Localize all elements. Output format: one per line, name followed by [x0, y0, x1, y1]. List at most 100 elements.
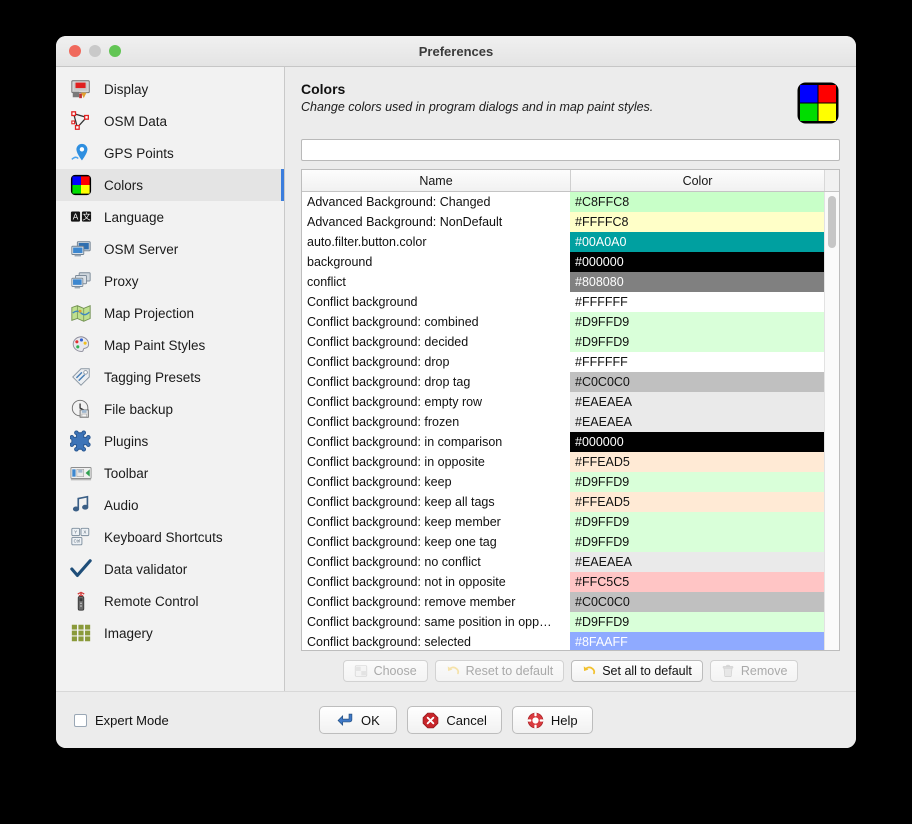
trash-icon	[721, 664, 735, 678]
table-row[interactable]: conflict#808080	[302, 272, 839, 292]
plugins-icon	[70, 430, 92, 452]
map-projection-icon	[70, 302, 92, 324]
set-all-to-default-button[interactable]: Set all to default	[571, 660, 703, 682]
pane-header-text: Colors Change colors used in program dia…	[301, 81, 653, 114]
cell-color-swatch: #FFEAD5	[570, 492, 839, 512]
table-row[interactable]: Advanced Background: Changed#C8FFC8	[302, 192, 839, 212]
sidebar-item-language[interactable]: A文Language	[56, 201, 284, 233]
table-row[interactable]: Advanced Background: NonDefault#FFFFC8	[302, 212, 839, 232]
keyboard-shortcuts-icon: YXCtrl	[70, 526, 92, 548]
osm-server-icon	[70, 238, 92, 260]
checkbox-box[interactable]	[74, 714, 87, 727]
cancel-button[interactable]: Cancel	[407, 706, 501, 734]
gps-points-icon	[70, 142, 92, 164]
expert-mode-checkbox[interactable]: Expert Mode	[74, 713, 169, 728]
cell-name: Advanced Background: Changed	[302, 192, 570, 212]
table-row[interactable]: Conflict background: no conflict#EAEAEA	[302, 552, 839, 572]
table-row[interactable]: auto.filter.button.color#00A0A0	[302, 232, 839, 252]
colors-icon	[70, 174, 92, 196]
svg-text:X: X	[83, 530, 86, 535]
display-icon	[70, 78, 92, 100]
sidebar-item-label: Tagging Presets	[104, 370, 201, 385]
table-row[interactable]: Conflict background: not in opposite#FFC…	[302, 572, 839, 592]
sidebar-item-map-projection[interactable]: Map Projection	[56, 297, 284, 329]
sidebar-item-keyboard-shortcuts[interactable]: YXCtrlKeyboard Shortcuts	[56, 521, 284, 553]
table-row[interactable]: Conflict background: same position in op…	[302, 612, 839, 632]
traffic-light-group	[69, 45, 121, 57]
imagery-icon	[70, 622, 92, 644]
column-header-color[interactable]: Color	[571, 170, 824, 191]
table-row[interactable]: Conflict background: in comparison#00000…	[302, 432, 839, 452]
cell-name: Conflict background: in opposite	[302, 452, 570, 472]
cell-color-swatch: #EAEAEA	[570, 412, 839, 432]
sidebar-item-file-backup[interactable]: File backup	[56, 393, 284, 425]
cell-name: auto.filter.button.color	[302, 232, 570, 252]
page-subtitle: Change colors used in program dialogs an…	[301, 100, 653, 114]
sidebar-item-plugins[interactable]: Plugins	[56, 425, 284, 457]
cell-color-swatch: #C0C0C0	[570, 372, 839, 392]
preferences-sidebar[interactable]: DisplayOSM Data GPS Points ColorsA文Languag…	[56, 67, 285, 691]
table-scroll-area[interactable]: Advanced Background: Changed#C8FFC8Advan…	[302, 192, 839, 650]
cell-name: Conflict background: empty row	[302, 392, 570, 412]
table-row[interactable]: Conflict background: keep one tag#D9FFD9	[302, 532, 839, 552]
table-row[interactable]: Conflict background: remove member#C0C0C…	[302, 592, 839, 612]
zoom-button[interactable]	[109, 45, 121, 57]
sidebar-item-label: Map Projection	[104, 306, 194, 321]
cell-name: conflict	[302, 272, 570, 292]
sidebar-item-label: GPS Points	[104, 146, 174, 161]
cell-color-swatch: #8FAAFF	[570, 632, 839, 650]
help-button[interactable]: Help	[512, 706, 593, 734]
cell-color-swatch: #FFFFFF	[570, 292, 839, 312]
table-row[interactable]: Conflict background: combined#D9FFD9	[302, 312, 839, 332]
cell-color-swatch: #EAEAEA	[570, 552, 839, 572]
table-row[interactable]: Conflict background: decided#D9FFD9	[302, 332, 839, 352]
sidebar-item-osm-data[interactable]: OSM Data	[56, 105, 284, 137]
ok-button[interactable]: OK	[319, 706, 397, 734]
svg-text:A: A	[73, 212, 79, 221]
table-row[interactable]: Conflict background: keep#D9FFD9	[302, 472, 839, 492]
sidebar-item-tagging-presets[interactable]: Tagging Presets	[56, 361, 284, 393]
scrollbar-thumb[interactable]	[828, 196, 836, 248]
button-label: Remove	[741, 664, 788, 678]
preferences-window: Preferences DisplayOSM DataGPS PointsCol…	[56, 36, 856, 748]
cell-color-swatch: #C8FFC8	[570, 192, 839, 212]
cell-color-swatch: #FFFFC8	[570, 212, 839, 232]
sidebar-item-remote-control[interactable]: Remote Control	[56, 585, 284, 617]
table-row[interactable]: Conflict background: in opposite#FFEAD5	[302, 452, 839, 472]
sidebar-item-label: Audio	[104, 498, 139, 513]
sidebar-item-imagery[interactable]: Imagery	[56, 617, 284, 649]
table-row[interactable]: Conflict background: frozen#EAEAEA	[302, 412, 839, 432]
table-row[interactable]: Conflict background#FFFFFF	[302, 292, 839, 312]
button-label: OK	[361, 713, 380, 728]
table-row[interactable]: Conflict background: empty row#EAEAEA	[302, 392, 839, 412]
cell-color-swatch: #D9FFD9	[570, 472, 839, 492]
dialog-button-group: OK Cancel Help	[56, 706, 856, 734]
close-button[interactable]	[69, 45, 81, 57]
sidebar-item-osm-server[interactable]: OSM Server	[56, 233, 284, 265]
sidebar-item-toolbar[interactable]: Toolbar	[56, 457, 284, 489]
sidebar-item-colors[interactable]: Colors	[56, 169, 284, 201]
column-header-name[interactable]: Name	[302, 170, 571, 191]
table-row[interactable]: Conflict background: drop#FFFFFF	[302, 352, 839, 372]
svg-text:文: 文	[82, 211, 90, 221]
table-row[interactable]: Conflict background: selected#8FAAFF	[302, 632, 839, 650]
vertical-scrollbar[interactable]	[824, 192, 839, 650]
sidebar-item-gps-points[interactable]: GPS Points	[56, 137, 284, 169]
sidebar-item-label: Plugins	[104, 434, 148, 449]
cell-color-swatch: #D9FFD9	[570, 612, 839, 632]
table-row[interactable]: Conflict background: keep all tags#FFEAD…	[302, 492, 839, 512]
cell-color-swatch: #D9FFD9	[570, 512, 839, 532]
sidebar-item-proxy[interactable]: Proxy	[56, 265, 284, 297]
sidebar-item-map-paint-styles[interactable]: Map Paint Styles	[56, 329, 284, 361]
sidebar-item-audio[interactable]: Audio	[56, 489, 284, 521]
sidebar-item-data-validator[interactable]: Data validator	[56, 553, 284, 585]
search-input[interactable]	[301, 139, 840, 161]
sidebar-item-display[interactable]: Display	[56, 73, 284, 105]
table-row[interactable]: Conflict background: drop tag#C0C0C0	[302, 372, 839, 392]
sidebar-item-label: Map Paint Styles	[104, 338, 205, 353]
cell-name: Advanced Background: NonDefault	[302, 212, 570, 232]
cell-name: Conflict background	[302, 292, 570, 312]
table-row[interactable]: background#000000	[302, 252, 839, 272]
table-row[interactable]: Conflict background: keep member#D9FFD9	[302, 512, 839, 532]
minimize-button[interactable]	[89, 45, 101, 57]
